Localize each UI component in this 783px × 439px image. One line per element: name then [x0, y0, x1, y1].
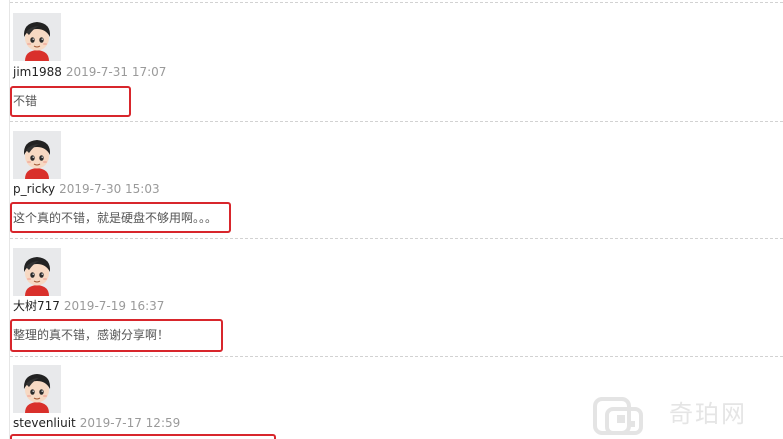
username-link[interactable]: p_ricky	[13, 182, 55, 196]
highlight-box	[10, 86, 131, 117]
comment-divider	[10, 356, 783, 357]
comment-timestamp: 2019-7-30 15:03	[59, 182, 160, 196]
cartoon-boy-avatar-icon	[13, 365, 61, 413]
comment-divider	[10, 2, 783, 3]
comment-meta: jim1988 2019-7-31 17:07	[13, 64, 166, 80]
qipo-logo-icon	[593, 397, 643, 435]
avatar[interactable]	[13, 131, 61, 179]
highlight-box	[10, 319, 223, 352]
comment-divider	[10, 238, 783, 239]
cartoon-boy-avatar-icon	[13, 131, 61, 179]
watermark-logo: 奇珀网	[591, 395, 777, 437]
username-link[interactable]: jim1988	[13, 65, 62, 79]
comment-meta: stevenliuit 2019-7-17 12:59	[13, 415, 180, 431]
cartoon-boy-avatar-icon	[13, 248, 61, 296]
comment-timestamp: 2019-7-19 16:37	[63, 299, 165, 313]
avatar[interactable]	[13, 13, 61, 61]
avatar[interactable]	[13, 248, 61, 296]
comment-list-page: jim1988 2019-7-31 17:07 不错 p_ricky 2019-…	[0, 0, 783, 439]
username-link[interactable]: 大树717	[13, 299, 60, 313]
username-link[interactable]: stevenliuit	[13, 416, 76, 430]
comment-timestamp: 2019-7-17 12:59	[79, 416, 181, 430]
watermark-text: 奇珀网	[669, 400, 747, 428]
avatar[interactable]	[13, 365, 61, 413]
highlight-box	[10, 434, 276, 439]
cartoon-boy-avatar-icon	[13, 13, 61, 61]
comment-divider	[10, 121, 783, 122]
highlight-box	[10, 202, 231, 233]
comment-timestamp: 2019-7-31 17:07	[65, 65, 167, 79]
comment-meta: 大树717 2019-7-19 16:37	[13, 298, 164, 314]
comment-meta: p_ricky 2019-7-30 15:03	[13, 181, 160, 197]
